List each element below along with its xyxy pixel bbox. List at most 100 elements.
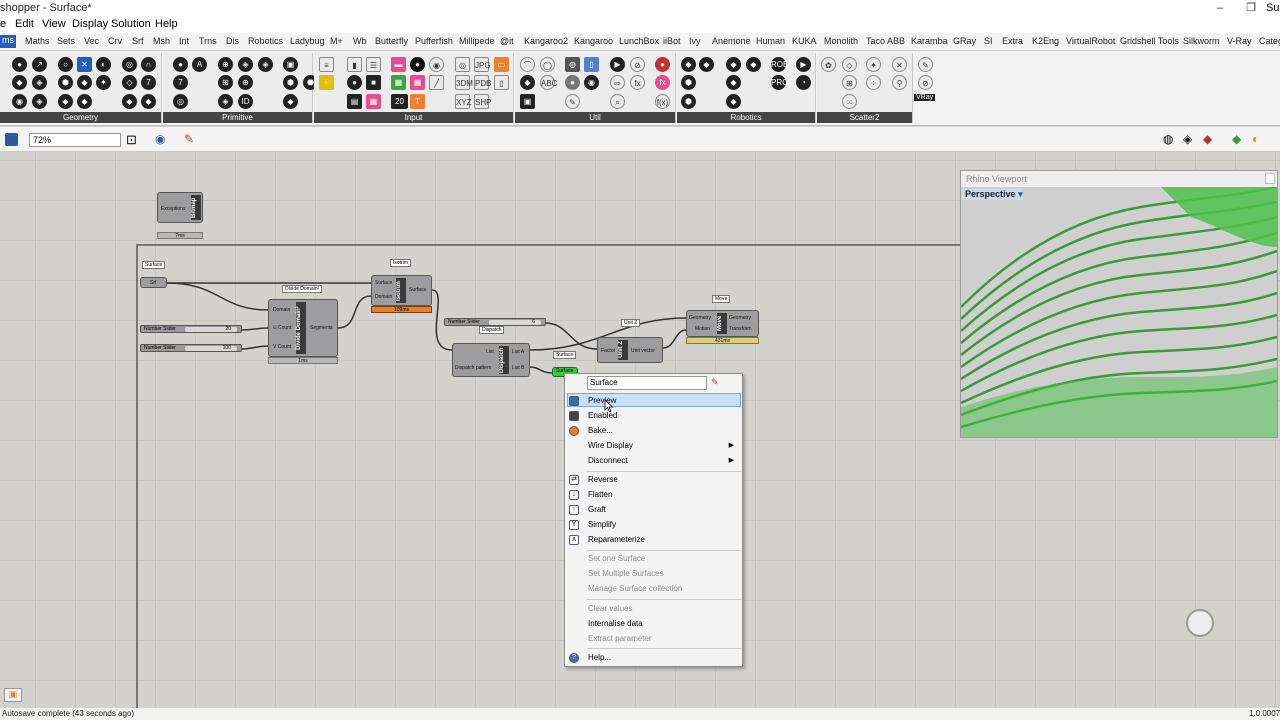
- surface-out-tag: Surface: [553, 351, 577, 359]
- status-bar: Autosave complete (43 seconds ago) 1.0.0…: [0, 708, 1280, 720]
- divide-domain-tag: Divide Domain²: [282, 285, 323, 293]
- dispatch-component[interactable]: List Dispatch pattern Dispatch List A Li…: [452, 343, 530, 377]
- number-slider-1-track[interactable]: 20: [185, 327, 237, 332]
- isotrim-core: Isotrim: [396, 278, 406, 303]
- menu-item-manage-surface-collection[interactable]: Manage Surface collection: [588, 584, 682, 593]
- menu-item-graft[interactable]: Graft: [588, 505, 606, 514]
- dispatch-out-list-b: List B: [512, 365, 525, 371]
- isotrim-out-surface: Surface: [409, 287, 427, 293]
- menu-item-set-one-surface[interactable]: Set one Surface: [588, 554, 645, 563]
- number-slider-2[interactable]: Number Slider 100: [140, 344, 242, 352]
- menu-item-reparameterize[interactable]: Reparameterize: [588, 535, 645, 544]
- menu-item-set-multiple-surfaces[interactable]: Set Multiple Surfaces: [588, 569, 664, 578]
- rhino-viewport[interactable]: Rhino Viewport Perspective ▾: [960, 170, 1278, 438]
- dispatch-out-list-a: List A: [512, 349, 525, 355]
- status-version: 1.0.0007: [1249, 709, 1280, 718]
- surface-param-component[interactable]: Srf: [140, 277, 167, 288]
- flatten-icon: ↓: [569, 490, 579, 500]
- number-slider-1[interactable]: Number Slider 20: [140, 325, 242, 333]
- graft-icon: ↑: [569, 505, 579, 515]
- viewport-surface-render: [961, 187, 1277, 437]
- menu-item-disconnect[interactable]: Disconnect: [588, 456, 628, 465]
- name-edit-icon[interactable]: ✎: [711, 377, 719, 388]
- isotrim-in-surface: Surface: [375, 280, 393, 286]
- divide-domain-out-segments: Segments: [310, 325, 333, 331]
- unitz-out-vector: Unit vector: [631, 348, 655, 354]
- number-slider-3-value: 6: [532, 319, 535, 325]
- isotrim-component[interactable]: Surface Domain Isotrim Surface: [371, 275, 432, 306]
- bitmap-time: 7ms: [157, 232, 203, 239]
- dispatch-core: Dispatch: [499, 346, 509, 374]
- move-time: 431ms: [686, 337, 759, 344]
- divide-domain-in-ucount: U Count: [273, 325, 292, 331]
- dispatch-in-pattern: Dispatch pattern: [455, 365, 492, 371]
- menu-item-simplify[interactable]: Simplify: [588, 520, 616, 529]
- number-slider-2-track[interactable]: 100: [185, 346, 237, 351]
- menu-separator: [587, 648, 741, 649]
- menu-item-wire-display[interactable]: Wire Display: [588, 441, 633, 450]
- number-slider-2-value: 100: [222, 345, 231, 351]
- move-in-geometry: Geometry: [689, 315, 711, 321]
- bitmap-core: Bitmap: [191, 195, 201, 220]
- menu-item-flatten[interactable]: Flatten: [588, 490, 612, 499]
- menu-item-help[interactable]: Help...: [588, 653, 611, 662]
- divide-domain-component[interactable]: Domain U Count V Count Divide Domain² Se…: [268, 299, 338, 357]
- surface-param-tag: Surface: [142, 261, 166, 269]
- divide-domain-core: Divide Domain²: [296, 302, 306, 354]
- number-slider-2-label: Number Slider: [144, 345, 176, 351]
- move-in-motion: Motion: [695, 326, 711, 332]
- mouse-cursor-icon: [604, 399, 614, 413]
- menu-separator: [587, 599, 741, 600]
- move-out-geometry: Geometry: [729, 315, 751, 321]
- menu-item-bake[interactable]: Bake...: [588, 426, 613, 435]
- surface-param-port: Srf: [150, 280, 157, 286]
- bottom-widget-icon[interactable]: ▣: [4, 688, 22, 702]
- move-component[interactable]: Geometry Motion Move Geometry Transform: [686, 310, 759, 337]
- bitmap-input-label: Exceptions: [161, 206, 186, 212]
- menu-item-extract-parameter[interactable]: Extract parameter: [588, 634, 652, 643]
- isotrim-in-domain: Domain: [375, 294, 393, 300]
- param-name-input[interactable]: Surface: [587, 376, 707, 390]
- number-slider-3-track[interactable]: 6: [489, 320, 541, 325]
- help-icon: ?: [569, 653, 579, 663]
- number-slider-1-value: 20: [225, 326, 231, 332]
- menu-separator: [587, 471, 741, 472]
- preview-icon: [569, 396, 579, 406]
- reparameterize-icon: ∧: [569, 535, 579, 545]
- menu-item-internalise-data[interactable]: Internalise data: [588, 619, 643, 628]
- number-slider-3-label: Number Slider: [448, 319, 480, 325]
- submenu-arrow-icon: ▶: [728, 442, 734, 449]
- divide-domain-time: 1ms: [268, 357, 338, 364]
- param-name-value: Surface: [590, 378, 618, 387]
- bake-icon: [569, 426, 579, 436]
- bitmap-component[interactable]: Exceptions Bitmap: [157, 192, 203, 223]
- navigation-widget-icon[interactable]: [1186, 609, 1214, 637]
- divide-domain-in-domain: Domain: [273, 307, 291, 313]
- submenu-arrow-icon: ▶: [728, 457, 734, 464]
- unitz-tag: Unit Z: [621, 319, 641, 327]
- dispatch-tag: Dispatch: [479, 326, 505, 334]
- context-menu: Surface ✎ Preview Enabled Bake... Wire D…: [564, 373, 743, 667]
- move-tag: Move: [712, 295, 731, 303]
- menu-separator: [587, 550, 741, 551]
- enabled-icon: [569, 411, 579, 421]
- isotrim-tag: Isotrim: [390, 259, 411, 267]
- isotrim-time: 109ms: [371, 306, 432, 313]
- number-slider-1-label: Number Slider: [144, 326, 176, 332]
- move-core: Move: [717, 313, 727, 334]
- divide-domain-in-vcount: V Count: [273, 344, 292, 350]
- status-autosave: Autosave complete (43 seconds ago): [2, 709, 135, 718]
- unitz-in-factor: Factor: [601, 348, 616, 354]
- unitz-component[interactable]: Factor Unit Z Unit vector: [597, 337, 663, 363]
- dispatch-in-list: List: [486, 349, 494, 355]
- unitz-core: Unit Z: [618, 340, 628, 360]
- move-out-transform: Transform: [729, 326, 752, 332]
- simplify-icon: Y: [569, 520, 579, 530]
- component-group: [136, 244, 966, 712]
- menu-item-reverse[interactable]: Reverse: [588, 475, 618, 484]
- viewport-close-icon[interactable]: [1265, 173, 1275, 184]
- viewport-title: Rhino Viewport: [961, 171, 1277, 187]
- number-slider-3[interactable]: Number Slider 6: [444, 318, 546, 326]
- menu-item-clear-values[interactable]: Clear values: [588, 604, 632, 613]
- reverse-icon: ⇄: [569, 475, 579, 485]
